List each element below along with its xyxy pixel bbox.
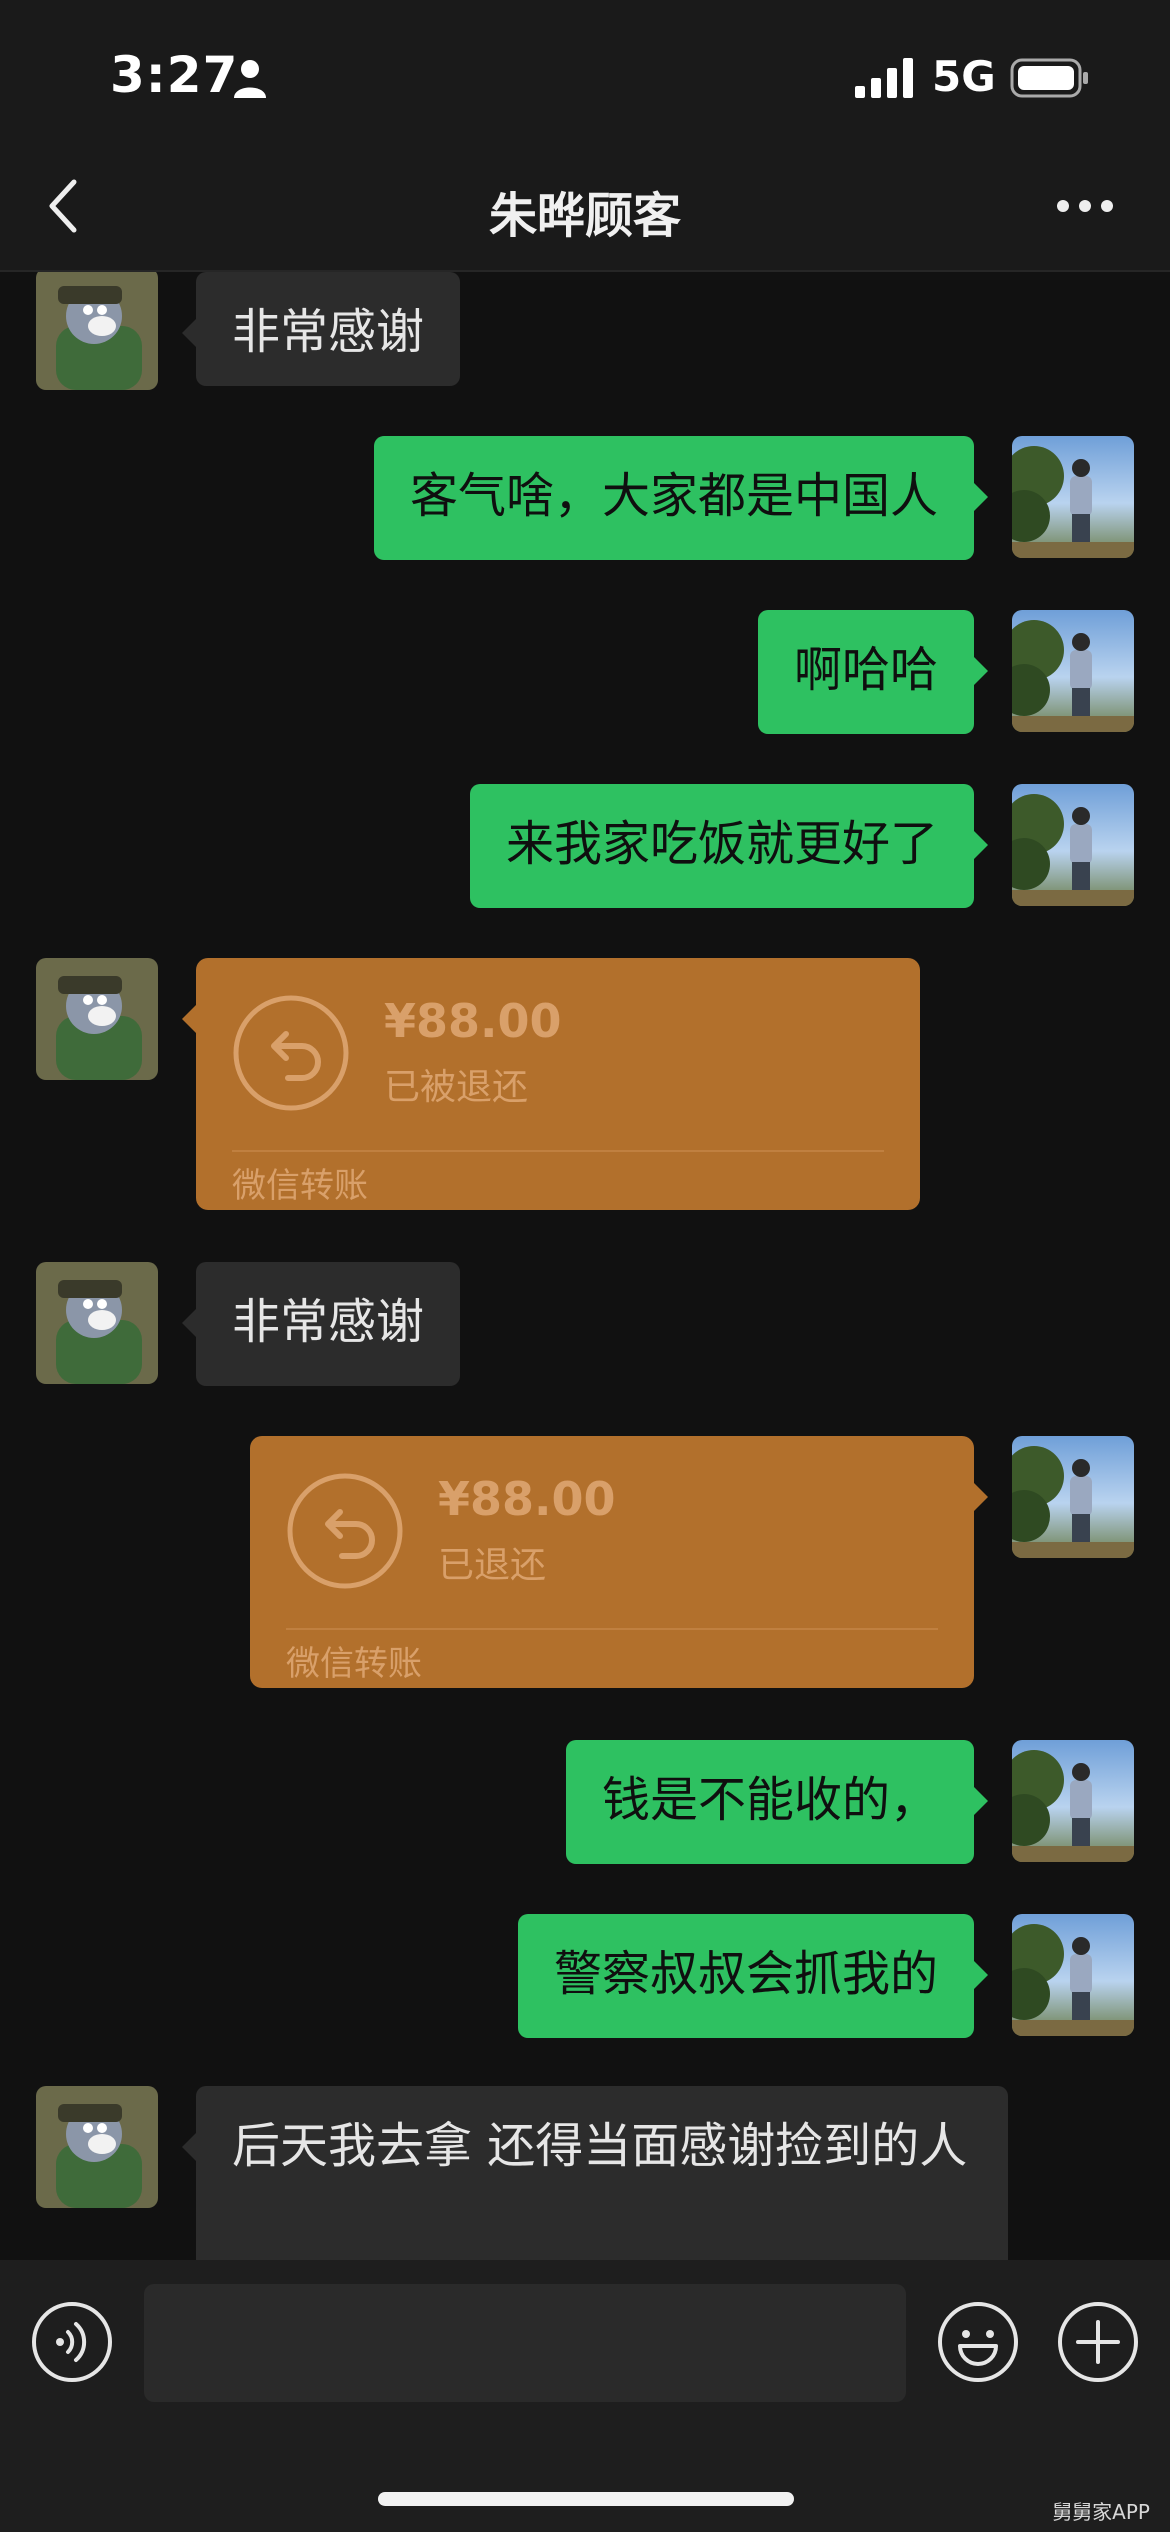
refund-icon	[233, 995, 349, 1111]
message-bubble[interactable]: 后天我去拿 还得当面感谢捡到的人	[182, 2086, 1008, 2260]
refund-icon	[287, 1473, 403, 1589]
signal-icon	[855, 58, 913, 98]
transfer-label: 微信转账	[232, 1166, 368, 1206]
message-bubble[interactable]: 啊哈哈	[757, 610, 989, 734]
message-text: 客气啥，大家都是中国人	[409, 468, 938, 524]
transfer-amount: ¥88.00	[438, 1472, 616, 1526]
contact-avatar[interactable]	[36, 958, 158, 1080]
home-indicator[interactable]	[378, 2492, 794, 2506]
network-type: 5G	[932, 52, 996, 101]
message-text: 来我家吃饭就更好了	[505, 816, 938, 872]
status-bar: 3:27 5G	[0, 0, 1170, 140]
chat-history[interactable]: 非常感谢 客气啥，大家都是中国人 啊哈哈 来我家吃饭就更好了 ¥88.00 已被…	[0, 272, 1170, 2260]
message-bubble[interactable]: 警察叔叔会抓我的	[517, 1914, 989, 2038]
my-avatar[interactable]	[1012, 1914, 1134, 2036]
transfer-status: 已退还	[438, 1545, 547, 1586]
transfer-divider	[232, 1150, 884, 1152]
transfer-status: 已被退还	[384, 1067, 529, 1108]
message-bubble[interactable]: 来我家吃饭就更好了	[469, 784, 989, 908]
contact-avatar[interactable]	[36, 272, 158, 390]
voice-input-icon[interactable]	[30, 2300, 114, 2384]
chat-title: 朱晔顾客	[488, 188, 681, 244]
status-time: 3:27	[110, 46, 239, 104]
message-text: 啊哈哈	[793, 642, 938, 698]
contact-avatar[interactable]	[36, 2086, 158, 2208]
more-icon[interactable]	[1056, 196, 1114, 216]
my-avatar[interactable]	[1012, 1436, 1134, 1558]
battery-icon	[1010, 58, 1088, 98]
my-avatar[interactable]	[1012, 436, 1134, 558]
message-text: 非常感谢	[232, 1294, 425, 1350]
message-bubble[interactable]: 非常感谢	[181, 272, 461, 386]
message-bubble[interactable]: 客气啥，大家都是中国人	[373, 436, 989, 560]
message-input[interactable]	[144, 2284, 906, 2402]
transfer-label: 微信转账	[286, 1644, 422, 1684]
my-avatar[interactable]	[1012, 1740, 1134, 1862]
message-text: 钱是不能收的，	[601, 1772, 938, 1828]
message-bubble[interactable]: 钱是不能收的，	[565, 1740, 989, 1864]
transfer-amount: ¥88.00	[384, 994, 562, 1048]
nav-bar: 朱晔顾客	[0, 140, 1170, 272]
emoji-icon[interactable]	[936, 2300, 1020, 2384]
my-avatar[interactable]	[1012, 784, 1134, 906]
input-bar: 舅舅家APP	[0, 2260, 1170, 2532]
message-text: 后天我去拿 还得当面感谢捡到的人	[232, 2118, 968, 2174]
plus-icon[interactable]	[1056, 2300, 1140, 2384]
transfer-card[interactable]: ¥88.00 已退还 微信转账	[250, 1436, 988, 1688]
person-icon	[234, 60, 266, 98]
transfer-divider	[286, 1628, 938, 1630]
message-bubble[interactable]: 非常感谢	[181, 1262, 461, 1386]
my-avatar[interactable]	[1012, 610, 1134, 732]
contact-avatar[interactable]	[36, 1262, 158, 1384]
message-text: 警察叔叔会抓我的	[553, 1946, 938, 2002]
message-text: 非常感谢	[232, 304, 425, 360]
watermark: 舅舅家APP	[1052, 2500, 1150, 2524]
transfer-card[interactable]: ¥88.00 已被退还 微信转账	[182, 958, 920, 1210]
